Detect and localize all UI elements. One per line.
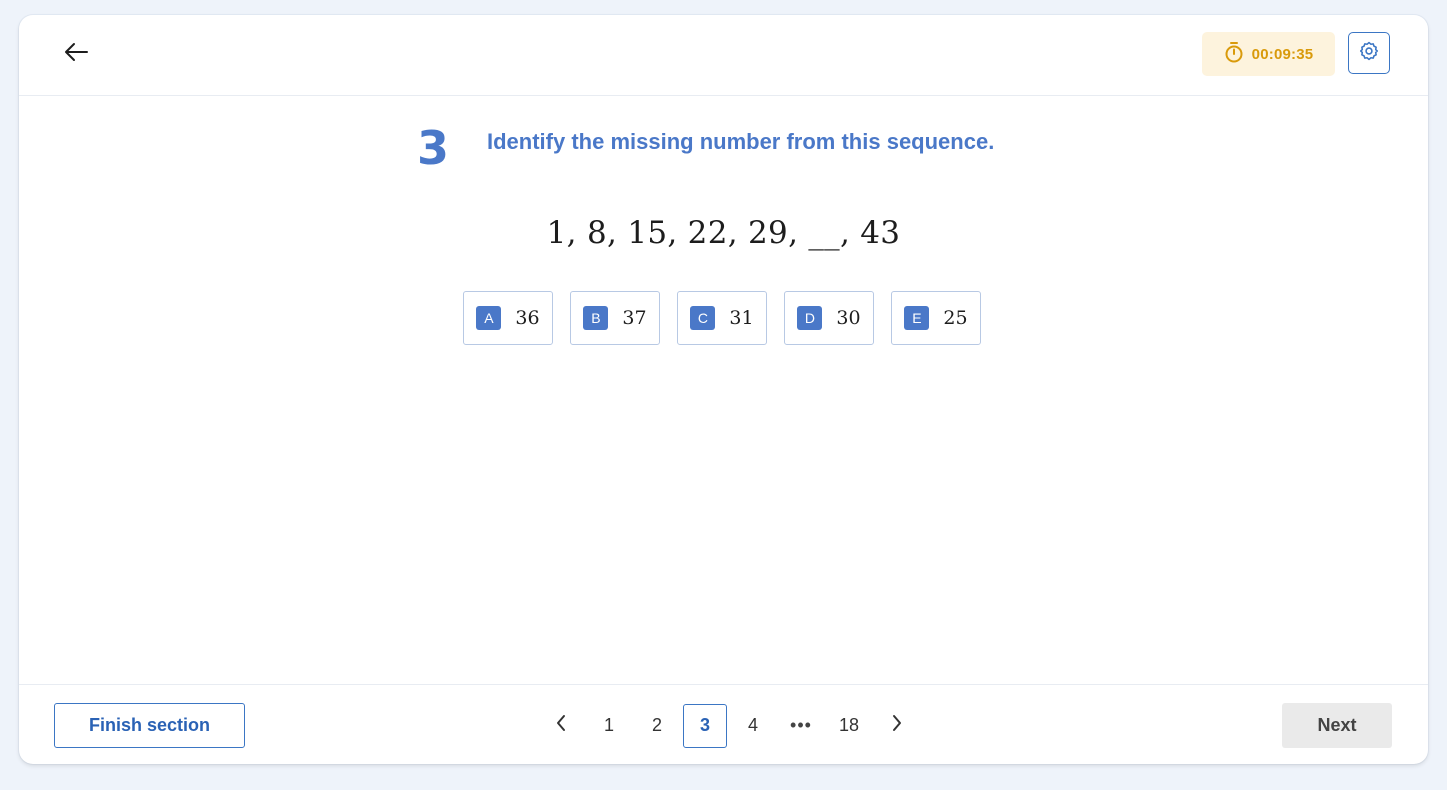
chevron-right-icon [891,714,903,737]
timer-value: 00:09:35 [1251,45,1314,63]
option-b[interactable]: B 37 [570,291,660,345]
next-page-button[interactable] [875,704,919,748]
option-value: 30 [836,307,861,329]
option-a[interactable]: A 36 [463,291,553,345]
option-e[interactable]: E 25 [891,291,981,345]
option-value: 31 [729,307,754,329]
next-button[interactable]: Next [1282,703,1392,748]
settings-button[interactable] [1348,32,1390,74]
arrow-left-icon [63,42,89,67]
option-letter: D [797,306,823,330]
option-c[interactable]: C 31 [677,291,767,345]
option-value: 37 [622,307,647,329]
page-1[interactable]: 1 [587,704,631,748]
sequence-display: 1, 8, 15, 22, 29, __, 43 [546,215,901,251]
finish-section-button[interactable]: Finish section [54,703,245,748]
chevron-left-icon [555,714,567,737]
back-button[interactable] [59,39,93,69]
page-3-current[interactable]: 3 [683,703,727,748]
top-bar: 00:09:35 [19,15,1428,96]
page-ellipsis: ••• [790,715,812,735]
option-d[interactable]: D 30 [784,291,874,345]
option-value: 36 [515,307,540,329]
option-value: 25 [943,307,968,329]
answer-options: A 36 B 37 C 31 D 30 E 25 [463,291,981,345]
option-letter: E [904,306,930,330]
page-4[interactable]: 4 [731,704,775,748]
timer-badge: 00:09:35 [1202,32,1335,76]
quiz-card: 00:09:35 3 Identify the missing number f… [19,15,1428,764]
question-text: Identify the missing number from this se… [487,129,995,154]
option-letter: B [583,306,609,330]
stopwatch-icon [1224,41,1244,68]
gear-icon [1358,40,1380,67]
page-18[interactable]: 18 [827,704,871,748]
page-2[interactable]: 2 [635,704,679,748]
question-number: 3 [417,121,450,175]
option-letter: C [690,306,716,330]
option-letter: A [476,306,502,330]
footer-bar: Finish section 1 2 3 4 ••• 18 Next [19,684,1428,765]
pagination: 1 2 3 4 ••• 18 [539,703,923,748]
prev-page-button[interactable] [539,704,583,748]
